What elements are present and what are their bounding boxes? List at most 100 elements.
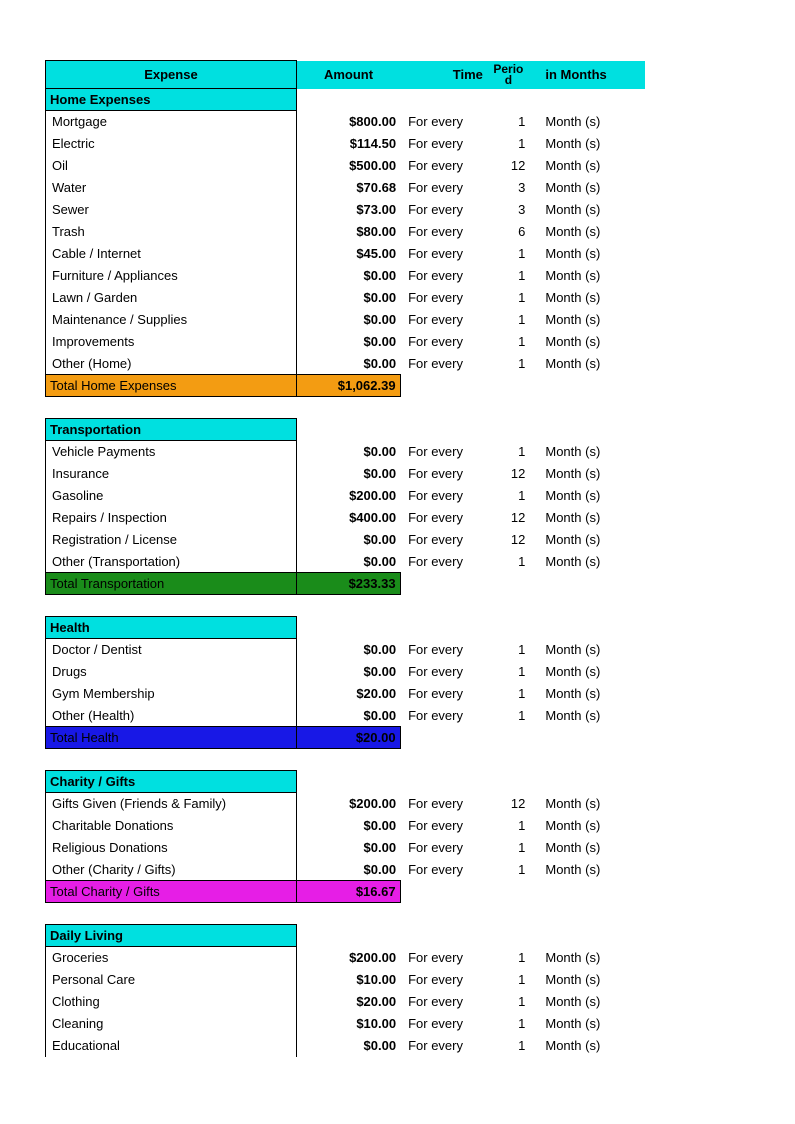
expense-time: For every [400,441,487,463]
expense-unit: Month (s) [535,705,644,727]
expense-unit: Month (s) [535,463,644,485]
expense-label: Educational [46,1035,297,1057]
section-name: Charity / Gifts [46,771,297,793]
expense-time: For every [400,837,487,859]
header-expense: Expense [46,61,297,89]
expense-row: Improvements$0.00For every1Month (s) [46,331,645,353]
section-name: Transportation [46,419,297,441]
expense-row: Charitable Donations$0.00For every1Month… [46,815,645,837]
expense-unit: Month (s) [535,947,644,969]
expense-time: For every [400,947,487,969]
expense-amount: $20.00 [296,683,400,705]
expense-row: Repairs / Inspection$400.00For every12Mo… [46,507,645,529]
expense-period: 12 [487,529,535,551]
expense-label: Doctor / Dentist [46,639,297,661]
expense-time: For every [400,309,487,331]
expense-unit: Month (s) [535,287,644,309]
expense-period: 12 [487,507,535,529]
expense-row: Sewer$73.00For every3Month (s) [46,199,645,221]
expense-time: For every [400,991,487,1013]
expense-time: For every [400,111,487,133]
expense-time: For every [400,529,487,551]
expense-unit: Month (s) [535,485,644,507]
expense-amount: $10.00 [296,1013,400,1035]
expense-label: Insurance [46,463,297,485]
expense-amount: $0.00 [296,639,400,661]
expense-row: Other (Home)$0.00For every1Month (s) [46,353,645,375]
expense-amount: $800.00 [296,111,400,133]
expense-period: 1 [487,1035,535,1057]
section-name: Daily Living [46,925,297,947]
spacer-row [46,749,645,771]
expense-unit: Month (s) [535,551,644,573]
expense-unit: Month (s) [535,639,644,661]
expense-row: Lawn / Garden$0.00For every1Month (s) [46,287,645,309]
section-name: Home Expenses [46,89,297,111]
expense-label: Water [46,177,297,199]
expense-row: Other (Charity / Gifts)$0.00For every1Mo… [46,859,645,881]
expense-period: 1 [487,815,535,837]
section-name: Health [46,617,297,639]
expense-unit: Month (s) [535,331,644,353]
expense-time: For every [400,683,487,705]
expense-amount: $200.00 [296,793,400,815]
expense-unit: Month (s) [535,155,644,177]
expense-period: 12 [487,793,535,815]
expense-label: Gasoline [46,485,297,507]
expense-row: Mortgage$800.00For every1Month (s) [46,111,645,133]
expense-amount: $0.00 [296,815,400,837]
total-label: Total Home Expenses [46,375,297,397]
expense-label: Other (Charity / Gifts) [46,859,297,881]
expense-label: Maintenance / Supplies [46,309,297,331]
expense-period: 1 [487,859,535,881]
expense-unit: Month (s) [535,815,644,837]
expense-time: For every [400,221,487,243]
expense-time: For every [400,155,487,177]
expense-amount: $0.00 [296,551,400,573]
expense-label: Trash [46,221,297,243]
expense-row: Maintenance / Supplies$0.00For every1Mon… [46,309,645,331]
total-label: Total Charity / Gifts [46,881,297,903]
expense-label: Vehicle Payments [46,441,297,463]
expense-row: Other (Health)$0.00For every1Month (s) [46,705,645,727]
expense-amount: $0.00 [296,529,400,551]
expense-time: For every [400,353,487,375]
expense-unit: Month (s) [535,529,644,551]
total-amount: $16.67 [296,881,400,903]
expense-unit: Month (s) [535,683,644,705]
expense-amount: $10.00 [296,969,400,991]
expense-row: Gasoline$200.00For every1Month (s) [46,485,645,507]
expense-table: ExpenseAmountTimePeriodin MonthsHome Exp… [45,60,645,1057]
total-row: Total Health$20.00 [46,727,645,749]
expense-unit: Month (s) [535,243,644,265]
spacer-row [46,903,645,925]
expense-label: Cleaning [46,1013,297,1035]
total-row: Total Charity / Gifts$16.67 [46,881,645,903]
expense-time: For every [400,793,487,815]
expense-label: Improvements [46,331,297,353]
expense-unit: Month (s) [535,177,644,199]
expense-amount: $400.00 [296,507,400,529]
expense-row: Water$70.68For every3Month (s) [46,177,645,199]
section-header: Transportation [46,419,645,441]
expense-period: 1 [487,287,535,309]
expense-amount: $45.00 [296,243,400,265]
expense-row: Furniture / Appliances$0.00For every1Mon… [46,265,645,287]
expense-time: For every [400,815,487,837]
expense-amount: $0.00 [296,353,400,375]
expense-time: For every [400,705,487,727]
expense-row: Gym Membership$20.00For every1Month (s) [46,683,645,705]
header-months: in Months [535,61,644,89]
expense-unit: Month (s) [535,1035,644,1057]
expense-time: For every [400,133,487,155]
expense-label: Registration / License [46,529,297,551]
header-time: Time [400,61,487,89]
expense-row: Trash$80.00For every6Month (s) [46,221,645,243]
expense-period: 1 [487,485,535,507]
expense-amount: $70.68 [296,177,400,199]
header-period: Period [487,61,535,89]
expense-unit: Month (s) [535,507,644,529]
expense-label: Sewer [46,199,297,221]
total-amount: $1,062.39 [296,375,400,397]
total-label: Total Health [46,727,297,749]
